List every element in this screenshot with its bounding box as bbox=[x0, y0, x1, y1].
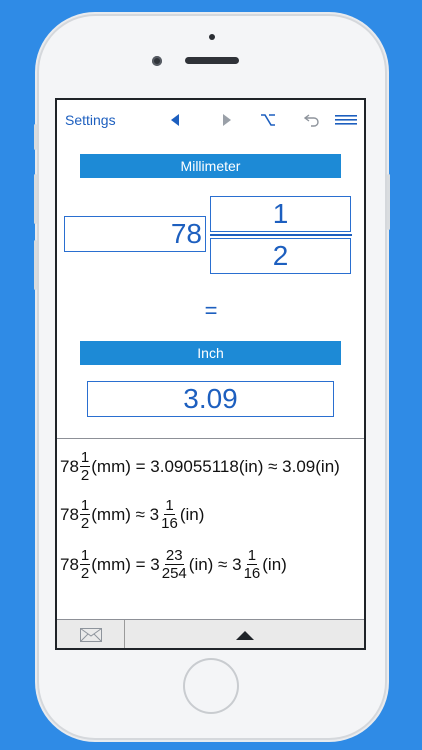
app-screen: Settings Millimeter 78 1 2 = Inch 3.09 7… bbox=[55, 98, 366, 650]
toolbar: Settings bbox=[57, 100, 364, 140]
power-button bbox=[387, 174, 390, 230]
volume-up-button bbox=[34, 174, 37, 224]
numerator-field[interactable]: 1 bbox=[210, 196, 351, 232]
whole-part: 78 bbox=[60, 456, 79, 476]
fraction: 12 bbox=[79, 497, 91, 532]
front-sensor bbox=[209, 34, 215, 40]
equals-sign: = bbox=[204, 298, 218, 323]
result-line-sixteenths: 78 12 (mm) ≈ 3 1 16 (in) bbox=[60, 497, 204, 532]
unit-text: (in) bbox=[262, 554, 287, 574]
home-button[interactable] bbox=[183, 658, 239, 714]
triangle-left-icon[interactable] bbox=[165, 100, 185, 140]
fraction: 23 254 bbox=[161, 547, 187, 582]
conversion-text: (mm) = 3.09055118(in) ≈ 3.09(in) bbox=[91, 456, 340, 476]
earpiece-speaker bbox=[185, 57, 239, 64]
front-camera bbox=[152, 56, 162, 66]
up-arrow-icon[interactable] bbox=[125, 620, 364, 648]
fraction: 1 16 bbox=[243, 547, 261, 582]
results-panel: 78 12 (mm) = 3.09055118(in) ≈ 3.09(in) 7… bbox=[57, 438, 364, 619]
to-unit-label[interactable]: Inch bbox=[80, 341, 341, 365]
mail-icon[interactable] bbox=[57, 620, 125, 648]
side-button bbox=[34, 124, 37, 150]
whole-part: 78 bbox=[60, 554, 79, 574]
conversion-text: (mm) = 3 bbox=[91, 554, 160, 574]
volume-down-button bbox=[34, 240, 37, 290]
result-line-fraction: 78 12 (mm) = 3 23 254 (in) ≈ 3 1 16 (in) bbox=[60, 547, 287, 582]
conversion-text: (mm) ≈ 3 bbox=[91, 504, 160, 524]
result-field[interactable]: 3.09 bbox=[87, 381, 334, 417]
whole-number-field[interactable]: 78 bbox=[64, 216, 206, 252]
bottom-bar bbox=[57, 619, 364, 648]
denominator-field[interactable]: 2 bbox=[210, 238, 351, 274]
fraction-bar bbox=[210, 234, 352, 236]
settings-button[interactable]: Settings bbox=[65, 100, 116, 140]
fraction: 12 bbox=[79, 449, 91, 484]
whole-part: 78 bbox=[60, 504, 79, 524]
triangle-right-icon[interactable] bbox=[217, 100, 237, 140]
menu-icon[interactable] bbox=[335, 100, 357, 140]
fraction: 12 bbox=[79, 547, 91, 582]
fraction: 1 16 bbox=[161, 497, 178, 532]
unit-text: (in) bbox=[179, 504, 205, 524]
option-key-icon[interactable] bbox=[257, 100, 279, 140]
result-line-exact: 78 12 (mm) = 3.09055118(in) ≈ 3.09(in) bbox=[60, 449, 340, 484]
undo-icon[interactable] bbox=[301, 100, 323, 140]
from-unit-label[interactable]: Millimeter bbox=[80, 154, 341, 178]
conversion-text: (in) ≈ 3 bbox=[188, 554, 242, 574]
